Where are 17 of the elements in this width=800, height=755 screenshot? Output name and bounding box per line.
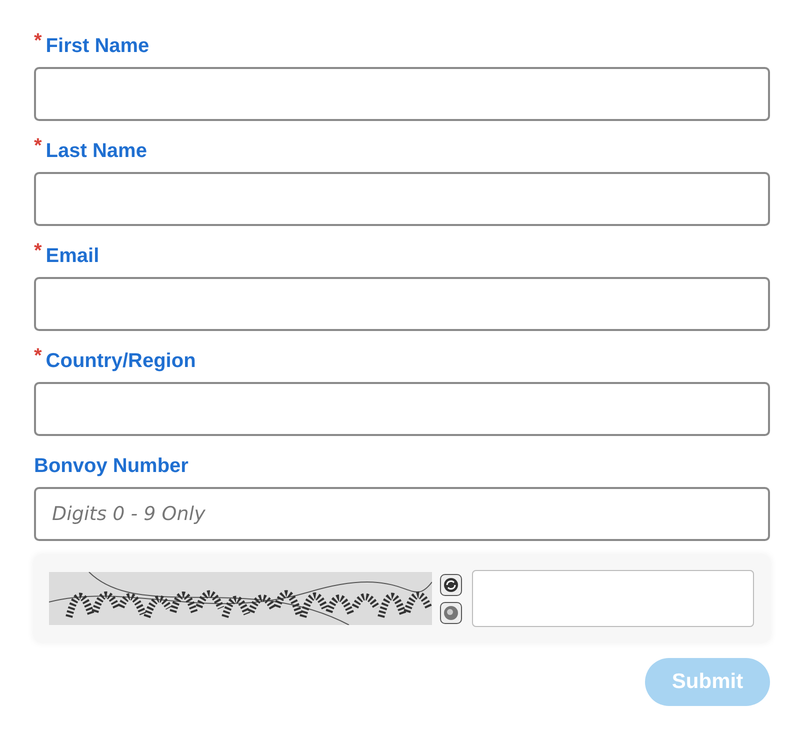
refresh-icon[interactable] — [440, 574, 462, 596]
required-mark: * — [34, 139, 42, 153]
input-field[interactable] — [34, 277, 770, 331]
required-mark: * — [34, 34, 42, 48]
field-label: Last Name — [46, 139, 147, 163]
required-mark: * — [34, 349, 42, 363]
field-label: Bonvoy Number — [34, 454, 188, 478]
input-field[interactable] — [34, 172, 770, 226]
input-field[interactable] — [34, 382, 770, 436]
required-mark: * — [34, 244, 42, 258]
field-label: Country/Region — [46, 349, 196, 373]
captcha-input-field[interactable] — [472, 570, 754, 627]
field-label: First Name — [46, 34, 150, 58]
audio-icon[interactable] — [440, 602, 462, 624]
input-field[interactable]: Digits 0 - 9 Only — [34, 487, 770, 541]
input-field[interactable] — [34, 67, 770, 121]
field-label: Email — [46, 244, 100, 268]
